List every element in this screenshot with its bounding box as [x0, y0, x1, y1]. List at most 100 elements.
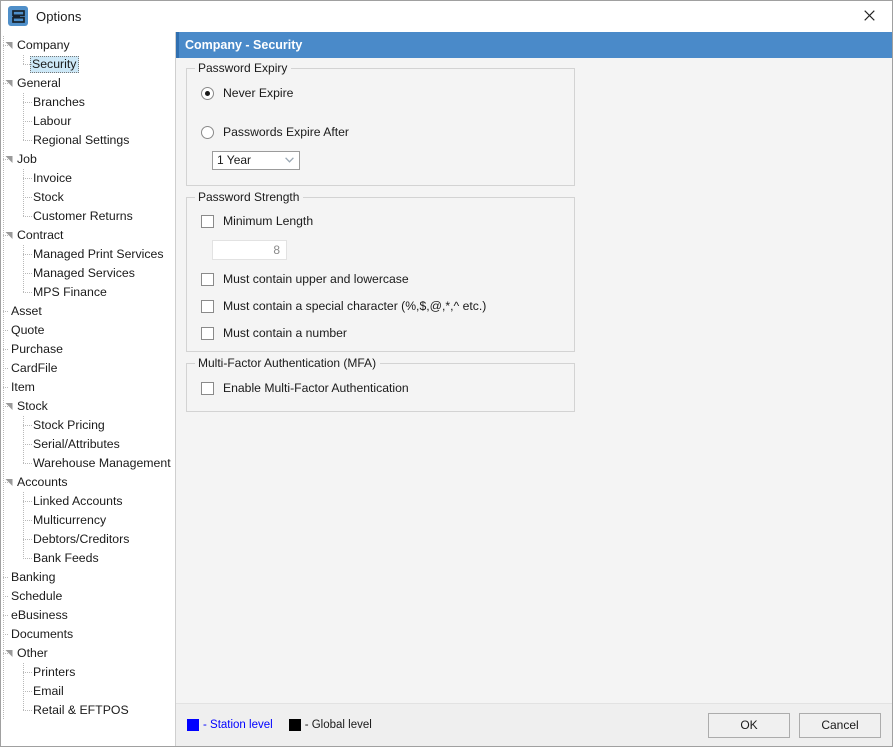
level-legend: - Station level - Global level: [187, 719, 372, 731]
tree-item-printers[interactable]: Printers: [1, 663, 175, 682]
expiry-period-select[interactable]: 1 Year: [212, 150, 300, 170]
enable-mfa-checkbox[interactable]: [201, 381, 214, 395]
tree-item-company[interactable]: Company: [1, 36, 175, 55]
never-expire-label: Never Expire: [223, 86, 294, 100]
tree-item-bank-feeds[interactable]: Bank Feeds: [1, 549, 175, 568]
tree-item-stock[interactable]: Stock: [1, 397, 175, 416]
minimum-length-value: 8: [273, 243, 280, 257]
tree-item-warehouse-management[interactable]: Warehouse Management: [1, 454, 175, 473]
tree-guide: [23, 121, 32, 122]
upper-lower-row[interactable]: Must contain upper and lowercase: [201, 269, 564, 289]
tree-item-label: Warehouse Management: [33, 456, 171, 470]
tree-item-banking[interactable]: Banking: [1, 568, 175, 587]
enable-mfa-row[interactable]: Enable Multi-Factor Authentication: [201, 378, 564, 398]
minimum-length-value-row: 8: [201, 240, 564, 260]
station-level-label: - Station level: [203, 719, 273, 731]
tree-item-schedule[interactable]: Schedule: [1, 587, 175, 606]
tree-item-other[interactable]: Other: [1, 644, 175, 663]
tree-guide: [23, 492, 24, 559]
tree-item-customer-returns[interactable]: Customer Returns: [1, 207, 175, 226]
tree-item-linked-accounts[interactable]: Linked Accounts: [1, 492, 175, 511]
tree-item-contract[interactable]: Contract: [1, 226, 175, 245]
tree-item-multicurrency[interactable]: Multicurrency: [1, 511, 175, 530]
must-contain-number-row[interactable]: Must contain a number: [201, 323, 564, 343]
tree-guide: [23, 558, 32, 559]
tree-item-ebusiness[interactable]: eBusiness: [1, 606, 175, 625]
options-tree[interactable]: Company Security General Branches Labour Regi…: [1, 32, 176, 746]
minimum-length-row[interactable]: Minimum Length: [201, 211, 564, 231]
tree-item-label: Stock Pricing: [33, 418, 105, 432]
tree-item-documents[interactable]: Documents: [1, 625, 175, 644]
tree-guide: [23, 710, 32, 711]
tree-item-regional-settings[interactable]: Regional Settings: [1, 131, 175, 150]
tree-item-label: Managed Services: [33, 266, 135, 280]
tree-item-label: Email: [33, 684, 64, 698]
special-character-row[interactable]: Must contain a special character (%,$,@,…: [201, 296, 564, 316]
tree-item-retail-eftpos[interactable]: Retail & EFTPOS: [1, 701, 175, 720]
tree-item-label: Banking: [11, 570, 56, 584]
enable-mfa-label: Enable Multi-Factor Authentication: [223, 381, 409, 395]
tree-item-label: Contract: [17, 228, 64, 242]
tree-item-managed-print-services[interactable]: Managed Print Services: [1, 245, 175, 264]
tree-item-general[interactable]: General: [1, 74, 175, 93]
passwords-expire-after-row[interactable]: Passwords Expire After: [201, 122, 564, 142]
special-character-checkbox[interactable]: [201, 299, 214, 313]
footer-buttons: OK Cancel: [708, 712, 881, 738]
tree-item-quote[interactable]: Quote: [1, 321, 175, 340]
minimum-length-label: Minimum Length: [223, 214, 314, 228]
window-body: Company Security General Branches Labour Regi…: [1, 32, 892, 746]
tree-item-accounts[interactable]: Accounts: [1, 473, 175, 492]
never-expire-radio[interactable]: [201, 86, 214, 100]
must-contain-number-checkbox[interactable]: [201, 326, 214, 340]
upper-lower-checkbox[interactable]: [201, 272, 214, 286]
tree-item-stock-pricing[interactable]: Stock Pricing: [1, 416, 175, 435]
tree-item-email[interactable]: Email: [1, 682, 175, 701]
tree-item-cardfile[interactable]: CardFile: [1, 359, 175, 378]
minimum-length-checkbox[interactable]: [201, 214, 214, 228]
tree-item-item[interactable]: Item: [1, 378, 175, 397]
tree-guide: [23, 140, 32, 141]
tree-item-managed-services[interactable]: Managed Services: [1, 264, 175, 283]
tree-item-stock[interactable]: Stock: [1, 188, 175, 207]
cancel-button[interactable]: Cancel: [799, 712, 881, 738]
station-level-swatch: [187, 719, 199, 731]
passwords-expire-after-radio[interactable]: [201, 125, 214, 139]
tree-item-serial-attributes[interactable]: Serial/Attributes: [1, 435, 175, 454]
tree-item-label: Stock: [17, 399, 48, 413]
tree-item-branches[interactable]: Branches: [1, 93, 175, 112]
password-expiry-group: Password Expiry Never Expire Passwords E…: [186, 61, 575, 186]
tree-guide: [23, 691, 32, 692]
tree-item-label: Asset: [11, 304, 42, 318]
tree-guide: [23, 169, 24, 217]
tree-node-list: Company Security General Branches Labour Regi…: [1, 36, 175, 720]
dialog-footer: - Station level - Global level OK Cancel: [176, 703, 892, 746]
tree-item-asset[interactable]: Asset: [1, 302, 175, 321]
tree-guide: [23, 93, 24, 141]
tree-item-mps-finance[interactable]: MPS Finance: [1, 283, 175, 302]
tree-item-job[interactable]: Job: [1, 150, 175, 169]
tree-item-label: Debtors/Creditors: [33, 532, 130, 546]
tree-item-label: Documents: [11, 627, 74, 641]
ok-button[interactable]: OK: [708, 712, 790, 738]
tree-guide: [23, 520, 32, 521]
tree-item-label: Schedule: [11, 589, 63, 603]
tree-item-label: Printers: [33, 665, 76, 679]
tree-item-label: Purchase: [11, 342, 63, 356]
close-icon[interactable]: [846, 1, 892, 30]
page-title: Company - Security: [185, 38, 303, 52]
tree-item-security[interactable]: Security: [1, 55, 175, 74]
tree-guide: [23, 55, 24, 65]
legend-item-global: - Global level: [288, 719, 372, 731]
tree-item-purchase[interactable]: Purchase: [1, 340, 175, 359]
never-expire-row[interactable]: Never Expire: [201, 83, 564, 103]
tree-item-label: Item: [11, 380, 35, 394]
minimum-length-input[interactable]: 8: [212, 240, 287, 260]
tree-item-invoice[interactable]: Invoice: [1, 169, 175, 188]
tree-guide: [23, 292, 32, 293]
tree-item-debtors-creditors[interactable]: Debtors/Creditors: [1, 530, 175, 549]
tree-item-labour[interactable]: Labour: [1, 112, 175, 131]
tree-item-label: Quote: [11, 323, 45, 337]
mfa-title: Multi-Factor Authentication (MFA): [195, 356, 381, 370]
tree-item-label: eBusiness: [11, 608, 68, 622]
tree-guide: [23, 501, 32, 502]
